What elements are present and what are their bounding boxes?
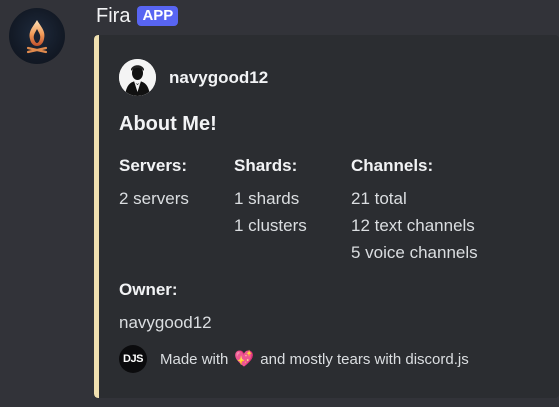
discordjs-logo-icon: DJS [119,345,147,373]
field-value: 21 total 12 text channels 5 voice channe… [351,185,478,266]
heart-icon: 💖 [234,351,255,368]
embed-title: About Me! [119,113,217,135]
bot-avatar[interactable] [9,8,65,64]
footer-text-after: and mostly tears with discord.js [260,350,469,368]
field-name: Shards: [234,156,298,175]
embed: navygood12 About Me! Servers: 2 servers … [94,35,559,398]
footer-text: Made with 💖 and mostly tears with discor… [160,349,469,369]
field-value-line: 12 text channels [351,216,475,235]
app-tag: APP [137,6,179,26]
flame-logo-icon [26,20,48,54]
embed-accent-bar [94,35,99,398]
author-name[interactable]: navygood12 [169,68,268,88]
field-value-line: 1 clusters [234,216,307,235]
field-value: 2 servers [119,185,189,212]
field-value-line: 5 voice channels [351,243,478,262]
field-shards: Shards: 1 shards 1 clusters [234,155,307,239]
field-channels: Channels: 21 total 12 text channels 5 vo… [351,155,478,266]
field-name: Owner: [119,280,178,299]
author-avatar[interactable] [119,59,156,96]
field-servers: Servers: 2 servers [119,155,189,212]
embed-footer: DJS Made with 💖 and mostly tears with di… [119,345,469,373]
embed-author: navygood12 [119,59,268,96]
field-value: navygood12 [119,309,212,336]
field-value: 1 shards 1 clusters [234,185,307,239]
tuxedo-avatar-icon [119,59,156,96]
field-value-line: 21 total [351,189,407,208]
field-value-line: 1 shards [234,189,300,208]
message-header: Fira APP [96,5,179,28]
field-value-line: navygood12 [119,313,212,332]
bot-name[interactable]: Fira [96,5,130,28]
field-value-line: 2 servers [119,189,189,208]
field-name: Servers: [119,156,188,175]
footer-text-before: Made with [160,350,229,368]
field-owner: Owner: navygood12 [119,279,212,336]
field-name: Channels: [351,156,434,175]
bot-message: Fira APP navygood12 About Me! Servers: 2… [0,0,559,407]
